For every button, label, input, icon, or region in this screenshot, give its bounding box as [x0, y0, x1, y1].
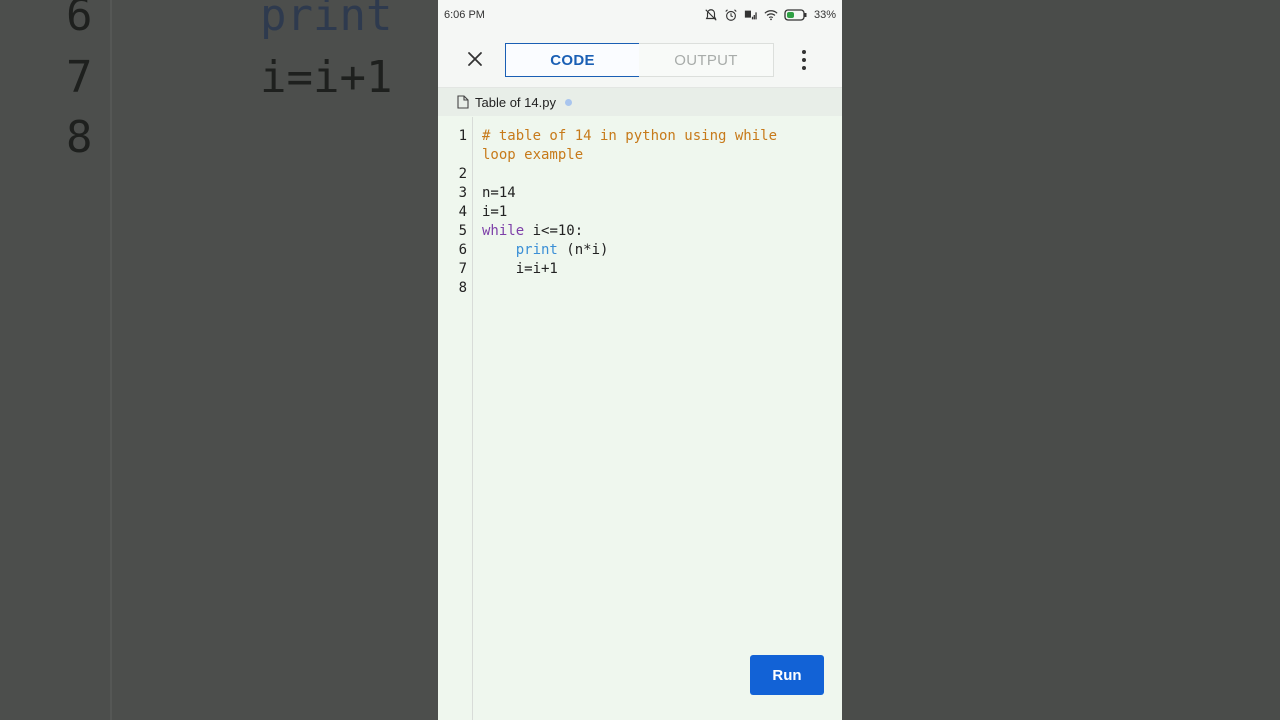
- line-number: 7: [458, 261, 467, 277]
- file-tab[interactable]: Table of 14.py: [438, 88, 842, 116]
- more-vert-icon: [802, 66, 806, 70]
- line-number: 3: [458, 185, 467, 201]
- battery-icon: [784, 9, 807, 21]
- code-line: i=1: [482, 204, 508, 220]
- line-number: 6: [458, 242, 467, 258]
- background-code-line: print: [260, 0, 393, 41]
- line-number: 2: [458, 166, 467, 182]
- status-bar: 6:06 PM 33%: [438, 0, 842, 30]
- code-line: loop example: [482, 147, 584, 163]
- code-line: i=i+1: [482, 261, 558, 277]
- phone-screen: 6:06 PM 33% CODE OUTPUT Table of 14.py 1: [438, 0, 842, 720]
- line-number: 1: [458, 128, 467, 144]
- close-icon: [468, 52, 482, 66]
- battery-level: 33%: [813, 9, 836, 21]
- tab-code[interactable]: CODE: [505, 43, 640, 77]
- code-token: i<=10:: [524, 223, 584, 239]
- signal-icon: [744, 10, 757, 20]
- status-icons: 33%: [704, 8, 836, 22]
- background-line-number: 8: [66, 112, 93, 163]
- line-number-gutter: 1 2 3 4 5 6 7 8: [438, 117, 473, 720]
- run-button[interactable]: Run: [750, 655, 824, 695]
- file-name: Table of 14.py: [475, 94, 556, 110]
- code-line: while i<=10:: [482, 223, 583, 239]
- background-code-line: i=i+1: [260, 52, 393, 103]
- alarm-icon: [725, 9, 737, 21]
- background-line-number: 6: [66, 0, 93, 41]
- code-editor[interactable]: 1 2 3 4 5 6 7 8 # table of 14 in python …: [438, 117, 842, 720]
- status-time: 6:06 PM: [444, 9, 485, 21]
- bell-off-icon: [705, 9, 717, 21]
- line-number: 4: [458, 204, 467, 220]
- line-number: 8: [458, 280, 467, 296]
- more-vert-icon: [802, 58, 806, 62]
- builtin-token: print: [515, 242, 558, 258]
- code-line: print (n*i): [482, 242, 609, 258]
- background-gutter: [0, 0, 112, 720]
- indent-token: [482, 242, 516, 258]
- more-vert-icon: [802, 50, 806, 54]
- background-left: 6 7 8 print i=i+1: [0, 0, 438, 720]
- keyword-token: while: [482, 223, 525, 239]
- background-line-number: 7: [66, 52, 93, 103]
- code-line: # table of 14 in python using while: [482, 128, 778, 144]
- file-icon: [457, 95, 469, 109]
- wifi-icon: [764, 10, 778, 21]
- background-right: [842, 0, 1280, 720]
- line-number: 5: [458, 223, 467, 239]
- app-toolbar: CODE OUTPUT: [438, 30, 842, 88]
- code-token: (n*i): [557, 242, 609, 258]
- tab-output[interactable]: OUTPUT: [639, 43, 774, 77]
- unsaved-indicator: [564, 98, 572, 106]
- close-button[interactable]: [464, 48, 486, 70]
- code-line: n=14: [482, 185, 516, 201]
- more-options-button[interactable]: [796, 48, 812, 72]
